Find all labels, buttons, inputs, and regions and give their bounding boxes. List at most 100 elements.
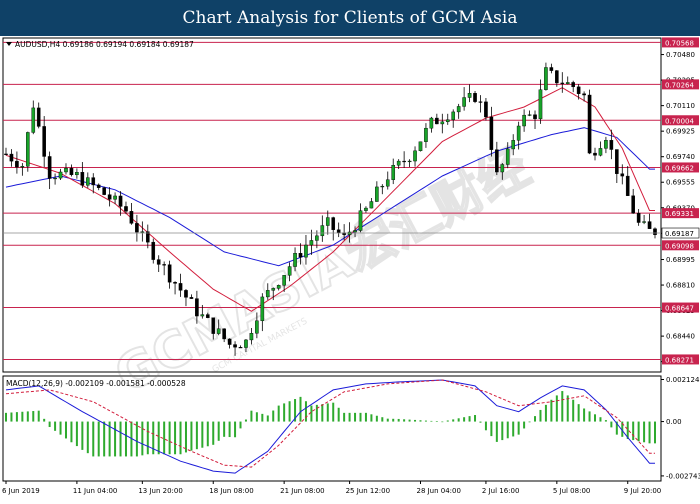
candle-bearish (118, 195, 123, 207)
macd-histogram-bar (506, 421, 509, 439)
macd-histogram-bar (577, 404, 580, 422)
candle-bullish (462, 97, 466, 107)
time-tick-label: 9 Jul 20:00 (624, 487, 662, 495)
macd-histogram-bar (517, 421, 520, 435)
macd-histogram-bar (348, 412, 351, 422)
candle-bearish (625, 175, 630, 196)
candle-bullish (255, 320, 259, 334)
candle-bullish (642, 221, 646, 223)
candle-bearish (162, 264, 166, 266)
candle-bearish (653, 228, 657, 235)
candle-bearish (484, 101, 488, 118)
macd-histogram-bar (359, 412, 362, 422)
macd-histogram-bar (354, 412, 357, 422)
macd-histogram-bar (479, 421, 482, 423)
chart-area: GCMASIA宏汇财经 GCM CAPITAL MARKETS 0.70480 0… (0, 36, 700, 500)
macd-histogram-bar (244, 419, 247, 422)
macd-histogram-bar (457, 418, 460, 422)
price-chart[interactable]: GCMASIA宏汇财经 GCM CAPITAL MARKETS 0.704800… (0, 36, 700, 500)
price-axis: 0.704800.702950.701100.699250.697400.695… (661, 37, 700, 366)
macd-histogram-bar (255, 412, 258, 422)
macd-histogram-bar (179, 421, 182, 455)
candle-bearish (631, 195, 635, 214)
candle-bullish (282, 275, 286, 286)
macd-histogram-bar (419, 420, 422, 422)
macd-histogram-bar (92, 421, 95, 457)
candle-bullish (293, 253, 297, 267)
macd-histogram-bar (321, 404, 324, 422)
macd-histogram-bar (48, 421, 51, 428)
candle-bullish (249, 333, 254, 341)
macd-histogram-bar (184, 421, 187, 453)
macd-histogram-bar (392, 418, 395, 422)
candle-bullish (271, 288, 276, 291)
candle-bullish (565, 82, 570, 85)
candle-bearish (609, 140, 614, 150)
candle-bullish (407, 160, 412, 163)
macd-histogram-bar (572, 399, 575, 422)
level-price-label: 0.69662 (665, 164, 694, 172)
macd-histogram-bar (217, 421, 220, 441)
macd-histogram-bar (337, 407, 340, 422)
candle-bullish (358, 210, 363, 231)
time-tick-label: 5 Jul 08:00 (553, 487, 591, 495)
candle-bearish (560, 82, 565, 85)
macd-histogram-bar (15, 412, 18, 422)
macd-histogram-bar (59, 421, 62, 435)
macd-histogram-bar (81, 421, 84, 450)
macd-histogram-bar (424, 420, 427, 422)
macd-histogram-bar (501, 421, 504, 441)
candle-bearish (298, 253, 303, 258)
macd-histogram-bar (103, 421, 106, 457)
candle-bullish (391, 165, 396, 180)
candle-bullish (413, 150, 417, 162)
macd-histogram-bar (75, 421, 78, 447)
macd-histogram-bar (610, 421, 613, 428)
macd-histogram-bar (250, 410, 253, 422)
candle-bullish (86, 177, 90, 186)
macd-histogram-bar (370, 414, 373, 422)
candle-bearish (47, 156, 52, 179)
macd-histogram-bar (26, 411, 29, 422)
candle-bearish (331, 217, 336, 230)
candle-bullish (320, 225, 325, 237)
candle-bearish (489, 116, 494, 150)
macd-histogram-bar (386, 418, 389, 422)
time-tick-label: 6 Jun 2019 (2, 487, 40, 495)
time-axis: 6 Jun 2019 11 Jun 04:00 13 Jun 20:00 18 Jun… (2, 481, 661, 495)
candle-bullish (505, 148, 510, 165)
macd-histogram-bar (174, 421, 177, 455)
candle-bearish (205, 314, 210, 318)
candle-bearish (620, 173, 625, 177)
candle-bullish (375, 186, 379, 202)
candle-bullish (451, 111, 456, 120)
candle-bearish (233, 344, 237, 348)
level-price-label: 0.70264 (665, 81, 694, 89)
macd-histogram-bar (588, 411, 591, 422)
candle-bearish (69, 168, 74, 176)
macd-histogram-bar (304, 401, 307, 422)
macd-histogram-bar (523, 421, 526, 429)
candle-bearish (587, 94, 592, 154)
macd-histogram-bar (441, 421, 444, 423)
macd-histogram-bar (168, 421, 171, 455)
candle-bullish (315, 235, 319, 241)
candle-bearish (107, 194, 112, 200)
price-tick-label: 0.68810 (666, 282, 695, 290)
candle-bullish (265, 290, 270, 298)
macd-histogram-bar (234, 421, 237, 438)
candle-bearish (576, 86, 581, 94)
candle-bearish (227, 338, 232, 345)
candle-bearish (593, 152, 597, 156)
candle-bearish (156, 259, 161, 265)
macd-tick-label: 0.002124 (666, 376, 700, 384)
macd-histogram-bar (474, 415, 477, 422)
candle-bullish (353, 230, 357, 233)
candle-bullish (544, 67, 548, 90)
candle-bullish (522, 114, 526, 127)
macd-histogram-bar (643, 421, 646, 443)
level-price-label: 0.68647 (665, 305, 694, 313)
macd-histogram-bar (283, 403, 286, 422)
candle-bullish (287, 266, 292, 276)
candle-bearish (211, 317, 216, 334)
